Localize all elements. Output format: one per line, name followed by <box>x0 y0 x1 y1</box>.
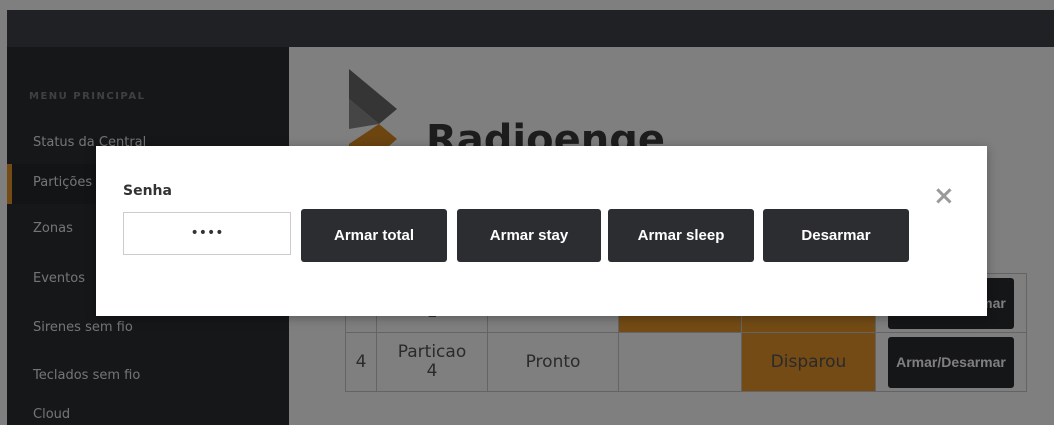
arm-stay-button[interactable]: Armar stay <box>457 209 601 262</box>
password-input[interactable]: •••• <box>123 212 291 255</box>
arm-modal: Senha •••• Armar total Armar stay Armar … <box>96 146 987 316</box>
arm-total-button[interactable]: Armar total <box>301 209 447 262</box>
disarm-button[interactable]: Desarmar <box>763 209 909 262</box>
close-icon[interactable]: × <box>933 183 955 209</box>
arm-sleep-button[interactable]: Armar sleep <box>608 209 754 262</box>
password-label: Senha <box>123 183 172 199</box>
